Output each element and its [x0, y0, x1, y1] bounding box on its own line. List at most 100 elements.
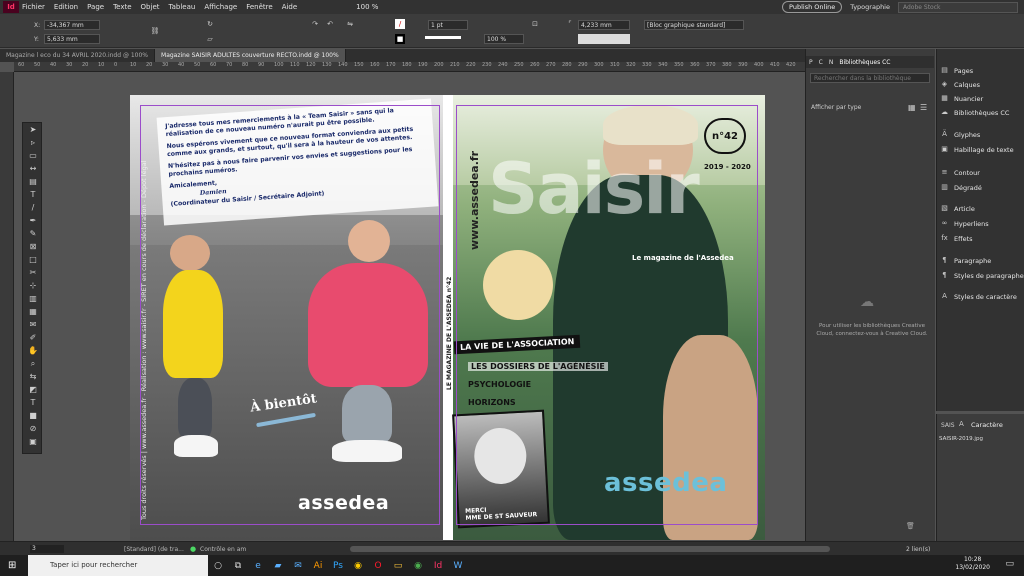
system-clock[interactable]: 10:28 13/02/2020: [955, 556, 990, 572]
pencil-tool-icon[interactable]: ✎: [23, 227, 43, 240]
screen-mode-icon[interactable]: ▣: [23, 435, 43, 448]
indesign-taskbar-icon[interactable]: Id: [428, 555, 448, 576]
panel-layers[interactable]: ◈ Calques: [940, 80, 980, 89]
dimension-field[interactable]: 4,233 mm: [578, 20, 630, 30]
apply-color-icon[interactable]: ■: [23, 409, 43, 422]
publish-online-button[interactable]: Publish Online: [782, 1, 843, 13]
panel-tab-c[interactable]: C: [819, 59, 823, 66]
gradient-feather-icon[interactable]: ▦: [23, 305, 43, 318]
line-tool-icon[interactable]: /: [23, 201, 43, 214]
note-tool-icon[interactable]: ✉: [23, 318, 43, 331]
hand-tool-icon[interactable]: ✋: [23, 344, 43, 357]
opacity-field[interactable]: 100 %: [484, 34, 524, 44]
free-transform-icon[interactable]: ⊹: [23, 279, 43, 292]
menu-edition[interactable]: Edition: [54, 3, 78, 11]
menu-fichier[interactable]: Fichier: [22, 3, 45, 11]
gap-tool-icon[interactable]: ↔: [23, 162, 43, 175]
notifications-icon[interactable]: ▭: [1005, 559, 1014, 569]
cc-filter-select[interactable]: Afficher par type: [811, 104, 861, 111]
grid-view-icon[interactable]: ▦: [908, 103, 916, 112]
eyedropper-tool-icon[interactable]: ✐: [23, 331, 43, 344]
panel-paragraph[interactable]: ¶ Paragraphe: [940, 256, 991, 265]
direct-selection-icon[interactable]: ▹: [23, 136, 43, 149]
photoshop-icon[interactable]: Ps: [328, 555, 348, 576]
task-view-icon[interactable]: ⧉: [228, 555, 248, 576]
word-icon[interactable]: W: [448, 555, 468, 576]
scissors-tool-icon[interactable]: ✂: [23, 266, 43, 279]
master-style[interactable]: [Standard] (de tra...: [124, 546, 184, 553]
opera-icon[interactable]: O: [368, 555, 388, 576]
mail-icon[interactable]: ✉: [288, 555, 308, 576]
store-icon[interactable]: ▰: [268, 555, 288, 576]
panel-cc-libraries[interactable]: ☁ Bibliothèques CC: [940, 108, 1009, 117]
workspace-switcher[interactable]: Typographie: [850, 3, 890, 11]
character-tab[interactable]: Caractère: [971, 421, 1003, 429]
y-position-field[interactable]: 5,633 mm: [44, 34, 100, 44]
panel-tab-cc-libraries[interactable]: Bibliothèques CC: [839, 59, 890, 66]
preflight-status[interactable]: Contrôle en am: [200, 546, 246, 553]
windows-start-icon[interactable]: ⊞: [8, 560, 16, 571]
page-number-field[interactable]: 3: [30, 545, 64, 553]
panel-paragraph-styles[interactable]: ¶ Styles de paragraphe: [940, 271, 1024, 280]
fit-frame-icon[interactable]: ⊡: [530, 19, 540, 29]
doc-tab-eco[interactable]: Magazine l eco du 34 AVRIL 2020.indd @ 1…: [0, 49, 156, 62]
selection-tool-icon[interactable]: ➤: [23, 123, 43, 136]
stroke-color-icon[interactable]: ■: [395, 34, 405, 44]
formatting-affects-icon[interactable]: T: [23, 396, 43, 409]
flip-icon[interactable]: ⇋: [345, 19, 355, 29]
panel-pages[interactable]: ▤ Pages: [940, 66, 973, 75]
menu-texte[interactable]: Texte: [113, 3, 131, 11]
fill-none-icon[interactable]: /: [395, 19, 405, 29]
type-tool-icon[interactable]: T: [23, 188, 43, 201]
swap-colors-icon[interactable]: ⇆: [23, 370, 43, 383]
panel-glyphs[interactable]: Ä Glyphes: [940, 130, 980, 139]
character-tab-icon[interactable]: A: [959, 420, 964, 428]
cortana-icon[interactable]: ○: [208, 555, 228, 576]
stroke-weight-field[interactable]: 1 pt: [428, 20, 468, 30]
chrome-alt-icon[interactable]: ◉: [408, 555, 428, 576]
page-tool-icon[interactable]: ▭: [23, 149, 43, 162]
link-proportions-icon[interactable]: ⛓: [150, 26, 160, 36]
x-position-field[interactable]: -34,367 mm: [44, 20, 100, 30]
stroke-type-preview[interactable]: [425, 36, 461, 39]
rotate-icon[interactable]: ↻: [205, 19, 215, 29]
chrome-icon[interactable]: ◉: [348, 555, 368, 576]
panel-text-wrap[interactable]: ▣ Habillage de texte: [940, 145, 1013, 154]
panel-stroke[interactable]: ≡ Contour: [940, 168, 980, 177]
panel-hyperlinks[interactable]: ∞ Hyperliens: [940, 219, 989, 228]
apply-none-icon[interactable]: ⊘: [23, 422, 43, 435]
zoom-tool-icon[interactable]: ⌕: [23, 357, 43, 370]
panel-tab-p[interactable]: P: [809, 59, 813, 66]
taskbar-search[interactable]: Taper ici pour rechercher: [28, 555, 208, 576]
color-swatch-field[interactable]: [578, 34, 630, 44]
corner-options-icon[interactable]: ⌜: [565, 19, 575, 29]
panel-effects[interactable]: fx Effets: [940, 234, 972, 243]
pen-tool-icon[interactable]: ✒: [23, 214, 43, 227]
menu-aide[interactable]: Aide: [282, 3, 297, 11]
linked-file[interactable]: SAISIR-2019.jpg: [939, 436, 983, 442]
panel-tab-n[interactable]: N: [829, 59, 834, 66]
panel-gradient[interactable]: ▥ Dégradé: [940, 183, 982, 192]
menu-objet[interactable]: Objet: [141, 3, 160, 11]
fill-stroke-icon[interactable]: ◩: [23, 383, 43, 396]
list-view-icon[interactable]: ☰: [920, 103, 927, 112]
rotate-cw-icon[interactable]: ↷: [310, 19, 320, 29]
panel-article[interactable]: ▧ Article: [940, 204, 975, 213]
menu-affichage[interactable]: Affichage: [204, 3, 237, 11]
menu-tableau[interactable]: Tableau: [169, 3, 196, 11]
links-tab[interactable]: SAIS: [941, 422, 955, 429]
gradient-swatch-icon[interactable]: ▥: [23, 292, 43, 305]
rotate-ccw-icon[interactable]: ↶: [325, 19, 335, 29]
panel-character-styles[interactable]: A Styles de caractère: [940, 292, 1017, 301]
doc-tab-saisir[interactable]: Magazine SAISIR ADULTES couverture RECTO…: [155, 49, 346, 62]
edge-icon[interactable]: e: [248, 555, 268, 576]
adobe-stock-search[interactable]: Adobe Stock: [898, 1, 1018, 13]
panel-swatches[interactable]: ▦ Nuancier: [940, 94, 983, 103]
menu-fenetre[interactable]: Fenêtre: [246, 3, 272, 11]
zoom-level[interactable]: 100 %: [356, 3, 378, 11]
shear-icon[interactable]: ▱: [205, 34, 215, 44]
explorer-icon[interactable]: ▭: [388, 555, 408, 576]
rectangle-frame-icon[interactable]: ⊠: [23, 240, 43, 253]
cc-library-search[interactable]: Rechercher dans la bibliothèque: [810, 73, 930, 83]
rectangle-tool-icon[interactable]: □: [23, 253, 43, 266]
